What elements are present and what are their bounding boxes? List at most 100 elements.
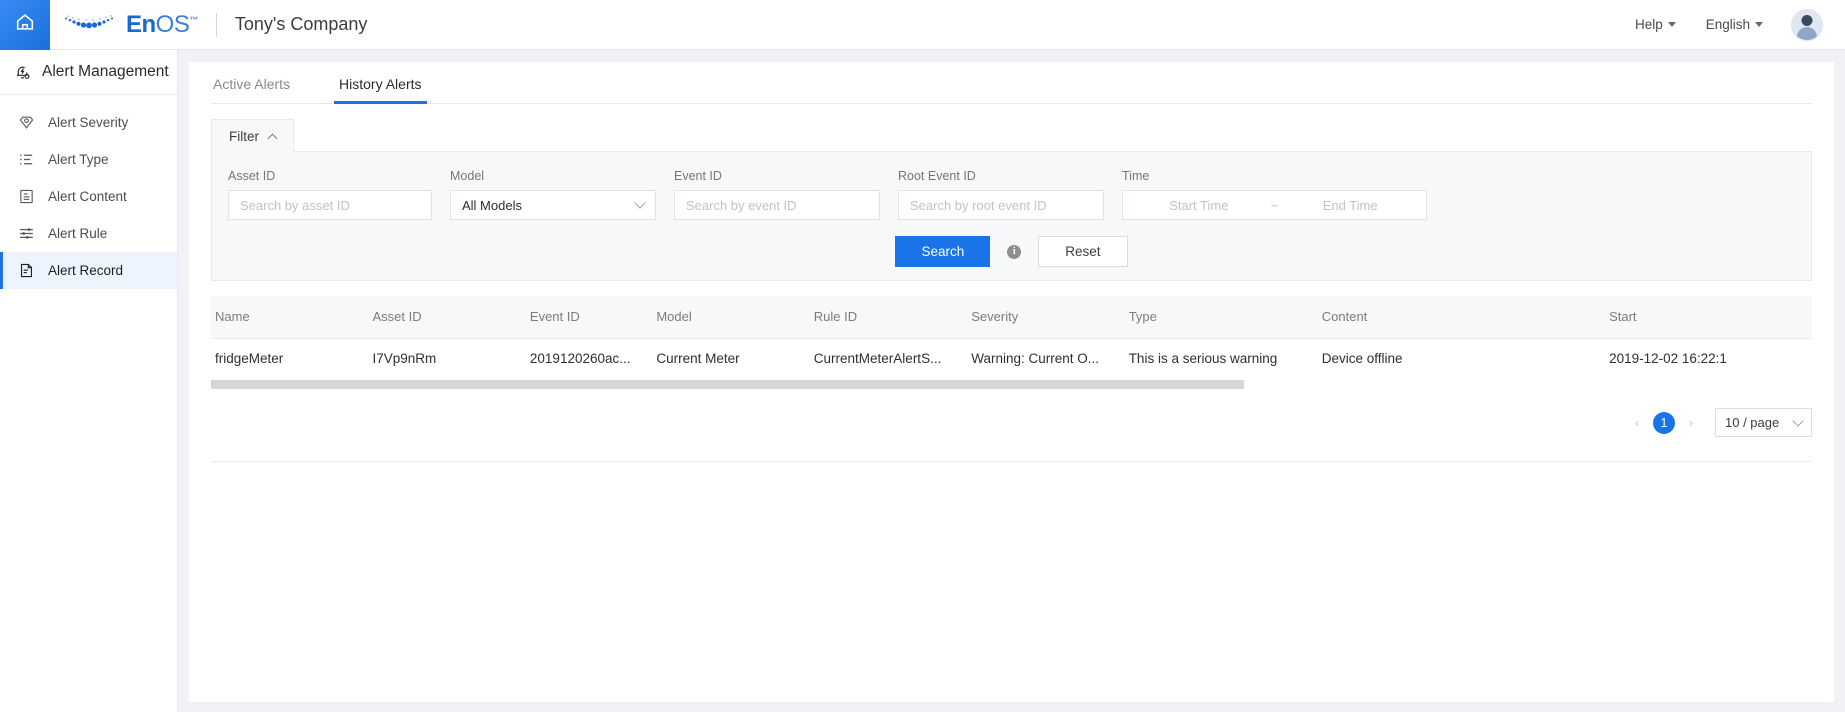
asset-id-input[interactable]	[228, 190, 432, 220]
page-size-value: 10 / page	[1725, 415, 1780, 430]
start-time-input[interactable]: Start Time	[1133, 198, 1265, 213]
time-range-picker[interactable]: Start Time ~ End Time	[1122, 190, 1427, 220]
sidebar-title: Alert Management	[42, 63, 169, 80]
scrollbar-thumb[interactable]	[211, 380, 1244, 389]
table-row[interactable]: fridgeMeter I7Vp9nRm 2019120260ac... Cur…	[211, 338, 1812, 378]
help-menu[interactable]: Help	[1635, 17, 1676, 32]
field-asset-id: Asset ID	[228, 169, 432, 220]
avatar[interactable]	[1791, 8, 1823, 41]
alerts-table: Name Asset ID Event ID Model Rule ID Sev…	[211, 296, 1812, 378]
topbar-right-controls: Help English	[1605, 8, 1845, 41]
column-header-start[interactable]: Start	[1605, 296, 1812, 339]
enos-swoosh-icon	[65, 14, 113, 28]
content-card: Active Alerts History Alerts Filter Asse…	[189, 62, 1834, 702]
tab-active-alerts[interactable]: Active Alerts	[211, 76, 292, 103]
filter-toggle[interactable]: Filter	[211, 119, 294, 152]
sidebar-item-alert-rule[interactable]: Alert Rule	[0, 215, 177, 252]
sidebar-item-alert-record[interactable]: Alert Record	[0, 252, 177, 289]
alerts-table-wrapper: Name Asset ID Event ID Model Rule ID Sev…	[211, 296, 1812, 378]
cell-rule-id: CurrentMeterAlertS...	[813, 350, 942, 366]
help-label: Help	[1634, 17, 1663, 32]
end-time-input[interactable]: End Time	[1284, 198, 1416, 213]
column-header-model[interactable]: Model	[652, 296, 810, 339]
field-model: Model All Models	[450, 169, 656, 220]
column-header-asset-id[interactable]: Asset ID	[368, 296, 526, 339]
severity-shield-icon	[18, 114, 35, 131]
company-name: Tony's Company	[234, 14, 368, 34]
prev-page-button[interactable]: ‹	[1626, 412, 1648, 434]
enos-os: OS	[155, 10, 190, 38]
language-label: English	[1705, 17, 1750, 32]
enos-tm: ™	[189, 14, 198, 25]
record-file-icon	[18, 262, 35, 279]
home-icon	[14, 11, 36, 38]
enos-en: En	[126, 10, 156, 38]
language-menu[interactable]: English	[1706, 17, 1763, 32]
main-area: Active Alerts History Alerts Filter Asse…	[178, 50, 1845, 712]
event-id-input[interactable]	[674, 190, 880, 220]
field-root-event-id: Root Event ID	[898, 169, 1104, 220]
brand-area: EnOS™ Tony's Company	[62, 11, 367, 39]
next-page-button[interactable]: ›	[1680, 412, 1702, 434]
pagination: ‹ 1 › 10 / page	[211, 408, 1812, 437]
column-header-type[interactable]: Type	[1124, 296, 1318, 339]
sidebar-item-label: Alert Type	[48, 152, 109, 167]
sidebar-item-alert-severity[interactable]: Alert Severity	[0, 104, 177, 141]
field-event-id: Event ID	[674, 169, 880, 220]
sidebar-item-label: Alert Record	[48, 263, 124, 278]
filter-panel: Asset ID Model All Models Event ID	[211, 151, 1812, 281]
filter-zone: Filter Asset ID Model All Models	[211, 104, 1812, 281]
model-select[interactable]: All Models	[450, 190, 656, 220]
bottom-divider	[211, 461, 1812, 462]
page-number-1[interactable]: 1	[1653, 411, 1675, 434]
search-button[interactable]: Search	[895, 236, 991, 267]
chevron-up-icon	[267, 133, 278, 143]
cell-content: Device offline	[1321, 350, 1403, 366]
chevron-down-icon	[634, 197, 646, 209]
cell-type: This is a serious warning	[1128, 350, 1278, 366]
column-header-content[interactable]: Content	[1317, 296, 1606, 339]
sidebar: Alert Management Alert Severity Alert Ty…	[0, 50, 178, 712]
column-header-event-id[interactable]: Event ID	[525, 296, 653, 339]
field-label: Root Event ID	[898, 169, 976, 183]
chevron-down-icon	[1667, 22, 1676, 27]
horizontal-scrollbar[interactable]	[211, 380, 1812, 389]
model-selected-value: All Models	[462, 197, 522, 213]
sliders-icon	[18, 225, 35, 242]
reset-button[interactable]: Reset	[1038, 236, 1128, 267]
field-label: Time	[1122, 169, 1150, 183]
home-button[interactable]	[0, 0, 50, 50]
filter-label: Filter	[229, 128, 259, 144]
filter-actions: Search i Reset	[228, 236, 1795, 267]
cell-asset-id: I7Vp9nRm	[372, 350, 437, 366]
root-event-id-input[interactable]	[898, 190, 1104, 220]
sidebar-item-alert-content[interactable]: Alert Content	[0, 178, 177, 215]
cell-start: 2019-12-02 16:22:1	[1609, 350, 1727, 366]
cell-severity: Warning: Current O...	[971, 350, 1100, 366]
tab-history-alerts[interactable]: History Alerts	[334, 76, 427, 104]
filter-fields-row: Asset ID Model All Models Event ID	[228, 169, 1795, 220]
column-header-name[interactable]: Name	[211, 296, 369, 339]
list-icon	[18, 151, 35, 168]
cell-event-id: 2019120260ac...	[529, 350, 631, 366]
chevron-down-icon	[1792, 414, 1804, 427]
avatar-body	[1797, 26, 1817, 40]
column-header-severity[interactable]: Severity	[967, 296, 1125, 339]
field-label: Asset ID	[228, 169, 276, 183]
avatar-head	[1801, 14, 1813, 26]
info-icon[interactable]: i	[1007, 244, 1022, 259]
sidebar-item-label: Alert Severity	[48, 115, 129, 130]
enos-logo[interactable]: EnOS™	[62, 11, 198, 39]
top-bar: EnOS™ Tony's Company Help English	[0, 0, 1845, 50]
page-size-select[interactable]: 10 / page	[1715, 408, 1812, 437]
column-header-rule-id[interactable]: Rule ID	[809, 296, 968, 339]
enos-wordmark: EnOS™	[126, 11, 198, 39]
alert-bell-icon	[14, 64, 31, 81]
table-body: fridgeMeter I7Vp9nRm 2019120260ac... Cur…	[211, 338, 1812, 378]
brand-divider	[215, 12, 217, 37]
table-head: Name Asset ID Event ID Model Rule ID Sev…	[211, 296, 1812, 339]
field-label: Model	[450, 169, 485, 183]
field-label: Event ID	[674, 169, 722, 183]
sidebar-item-alert-type[interactable]: Alert Type	[0, 141, 177, 178]
field-time-range: Time Start Time ~ End Time	[1122, 169, 1427, 220]
